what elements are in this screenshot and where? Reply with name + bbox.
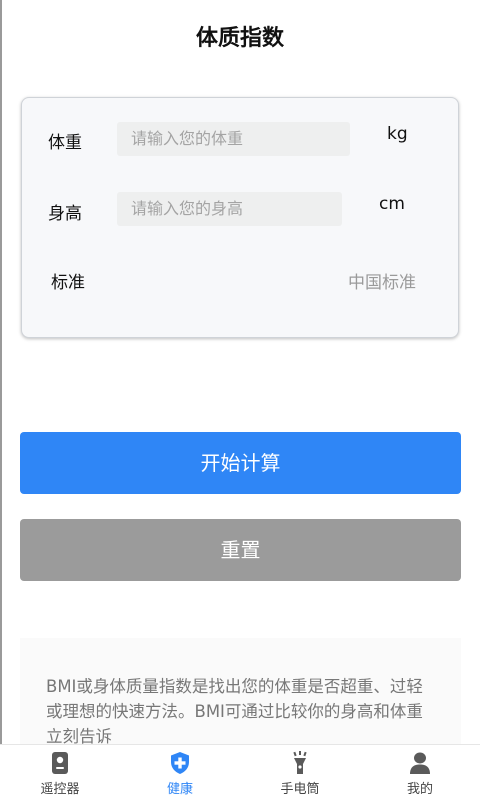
tab-flashlight[interactable]: 手电筒 (240, 745, 360, 801)
height-label: 身高 (48, 204, 82, 224)
flashlight-icon (293, 751, 307, 774)
bottom-tab-bar: 遥控器 健康 手电筒 我的 (0, 744, 480, 801)
weight-unit: kg (387, 124, 408, 144)
bmi-info-panel: BMI或身体质量指数是找出您的体重是否超重、过轻或理想的快速方法。BMI可通过比… (20, 638, 461, 758)
tab-label: 遥控器 (40, 782, 80, 797)
user-icon (410, 752, 430, 774)
bmi-info-text: BMI或身体质量指数是找出您的体重是否超重、过轻或理想的快速方法。BMI可通过比… (46, 677, 423, 746)
health-shield-icon (171, 752, 189, 774)
standard-label: 标准 (51, 273, 85, 293)
tab-label: 健康 (166, 782, 193, 797)
weight-input[interactable]: 请输入您的体重 (117, 122, 350, 156)
tab-label: 我的 (406, 782, 433, 797)
weight-label: 体重 (48, 133, 82, 153)
tab-label: 手电筒 (280, 782, 320, 797)
remote-icon (52, 752, 68, 774)
tab-mine[interactable]: 我的 (360, 745, 480, 801)
tab-remote[interactable]: 遥控器 (0, 745, 120, 801)
page-title: 体质指数 (195, 26, 284, 51)
height-unit: cm (379, 194, 405, 214)
calculate-button[interactable]: 开始计算 (20, 432, 461, 494)
reset-button[interactable]: 重置 (20, 519, 461, 581)
tab-health[interactable]: 健康 (120, 745, 240, 801)
bmi-input-card: 体重 请输入您的体重 kg 身高 请输入您的身高 cm 标准 中国标准 (21, 97, 459, 338)
standard-select[interactable]: 中国标准 (348, 268, 416, 293)
window-edge (0, 0, 2, 800)
height-input[interactable]: 请输入您的身高 (117, 192, 342, 226)
